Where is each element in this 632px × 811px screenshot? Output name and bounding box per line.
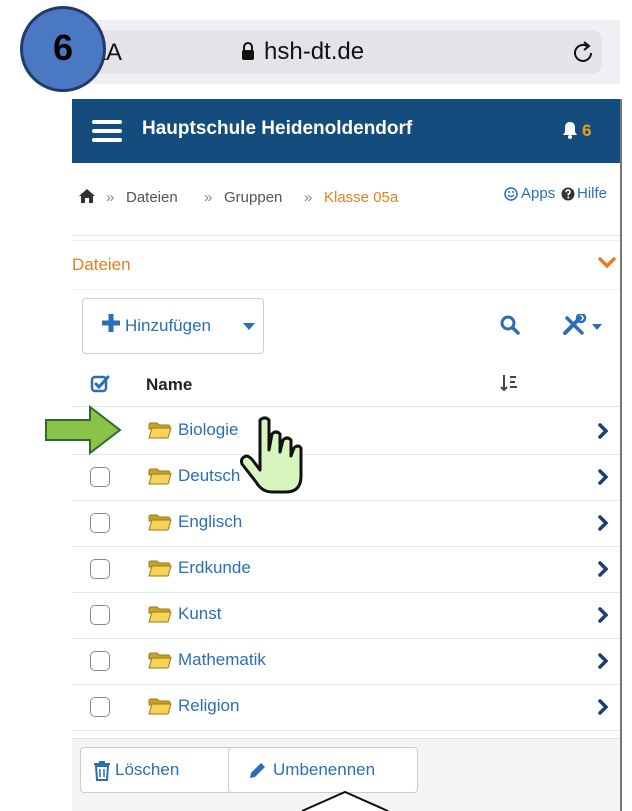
breadcrumb: » Dateien » Gruppen » Klasse 05a Apps Hi…	[72, 163, 620, 236]
breadcrumb-dateien[interactable]: Dateien	[126, 189, 178, 206]
rename-button-label: Umbenennen	[273, 760, 376, 779]
site-title[interactable]: Hauptschule Heidenoldendorf	[142, 118, 412, 140]
step-number-badge: 6	[20, 6, 106, 92]
reload-icon[interactable]	[572, 39, 596, 65]
row-checkbox[interactable]	[90, 605, 110, 625]
caret-down-icon[interactable]	[592, 324, 602, 331]
help-icon[interactable]	[561, 187, 575, 201]
chevron-right-icon[interactable]	[598, 469, 608, 485]
folder-name-link[interactable]: Deutsch	[178, 466, 240, 486]
row-checkbox[interactable]	[90, 559, 110, 579]
folder-icon	[148, 514, 172, 531]
chevron-right-icon[interactable]	[598, 653, 608, 669]
home-icon[interactable]	[78, 188, 96, 204]
url-text: hsh-dt.de	[264, 38, 365, 65]
column-header-name[interactable]: Name	[146, 375, 192, 395]
caret-down-icon	[243, 323, 255, 330]
trash-icon	[94, 761, 110, 781]
tools-icon[interactable]	[562, 314, 588, 336]
plus-icon	[102, 314, 120, 332]
scrollbar[interactable]	[620, 99, 622, 811]
site-navbar: Hauptschule Heidenoldendorf 6	[72, 99, 620, 163]
delete-button-label: Löschen	[115, 760, 180, 779]
pointer-arrow-icon	[45, 405, 122, 455]
url-field[interactable]: AA hsh-dt.de	[82, 30, 602, 74]
apps-icon[interactable]	[504, 187, 518, 201]
breadcrumb-klasse: Klasse 05a	[324, 189, 399, 206]
breadcrumb-separator: »	[106, 189, 115, 206]
notification-count[interactable]: 6	[582, 121, 591, 141]
chevron-right-icon[interactable]	[598, 423, 608, 439]
section-header[interactable]: Dateien	[72, 240, 620, 290]
folder-name-link[interactable]: Religion	[178, 696, 239, 716]
chevron-right-icon[interactable]	[598, 561, 608, 577]
row-checkbox[interactable]	[90, 467, 110, 487]
table-row[interactable]: Englisch	[72, 500, 620, 547]
table-row[interactable]: Religion	[72, 684, 620, 731]
add-dropdown-button[interactable]: Hinzufügen	[82, 298, 264, 354]
folder-icon	[148, 698, 172, 715]
row-checkbox[interactable]	[90, 697, 110, 717]
table-row[interactable]: Deutsch	[72, 454, 620, 501]
table-row[interactable]: Erdkunde	[72, 546, 620, 593]
chevron-right-icon[interactable]	[598, 515, 608, 531]
hamburger-menu-icon[interactable]	[92, 120, 122, 142]
folder-name-link[interactable]: Mathematik	[178, 650, 266, 670]
folder-icon	[148, 560, 172, 577]
table-row[interactable]: Kunst	[72, 592, 620, 639]
table-row[interactable]: Mathematik	[72, 638, 620, 685]
folder-icon	[148, 652, 172, 669]
apps-link[interactable]: Apps	[521, 185, 555, 202]
folder-name-link[interactable]: Biologie	[178, 420, 239, 440]
bell-icon[interactable]	[562, 121, 578, 139]
step-number: 6	[52, 27, 74, 68]
help-link[interactable]: Hilfe	[577, 185, 607, 202]
check-all-icon[interactable]	[90, 374, 110, 394]
folder-name-link[interactable]: Erdkunde	[178, 558, 251, 578]
add-button-label: Hinzufügen	[125, 316, 212, 335]
callout-pointer-icon	[301, 790, 389, 811]
rename-button[interactable]: Umbenennen	[228, 747, 418, 793]
folder-name-link[interactable]: Englisch	[178, 512, 242, 532]
browser-address-bar: AA hsh-dt.de	[72, 20, 620, 84]
folder-icon	[148, 422, 172, 439]
folder-icon	[148, 606, 172, 623]
folder-name-link[interactable]: Kunst	[178, 604, 221, 624]
table-header: Name	[72, 364, 620, 407]
breadcrumb-gruppen[interactable]: Gruppen	[224, 189, 282, 206]
table-row[interactable]: Biologie	[72, 408, 620, 455]
search-icon[interactable]	[500, 315, 520, 335]
sort-icon[interactable]	[500, 374, 518, 392]
chevron-right-icon[interactable]	[598, 699, 608, 715]
phone-screen: AA hsh-dt.de Hauptschule Heidenoldendorf…	[72, 0, 632, 811]
row-checkbox[interactable]	[90, 513, 110, 533]
hand-cursor-icon	[240, 416, 303, 494]
chevron-right-icon[interactable]	[598, 607, 608, 623]
folder-icon	[148, 468, 172, 485]
section-title[interactable]: Dateien	[72, 255, 131, 275]
breadcrumb-separator: »	[204, 189, 213, 206]
breadcrumb-separator: »	[304, 189, 313, 206]
chevron-down-icon[interactable]	[598, 257, 616, 269]
lock-icon	[242, 42, 254, 60]
row-checkbox[interactable]	[90, 651, 110, 671]
pencil-icon	[250, 763, 265, 778]
